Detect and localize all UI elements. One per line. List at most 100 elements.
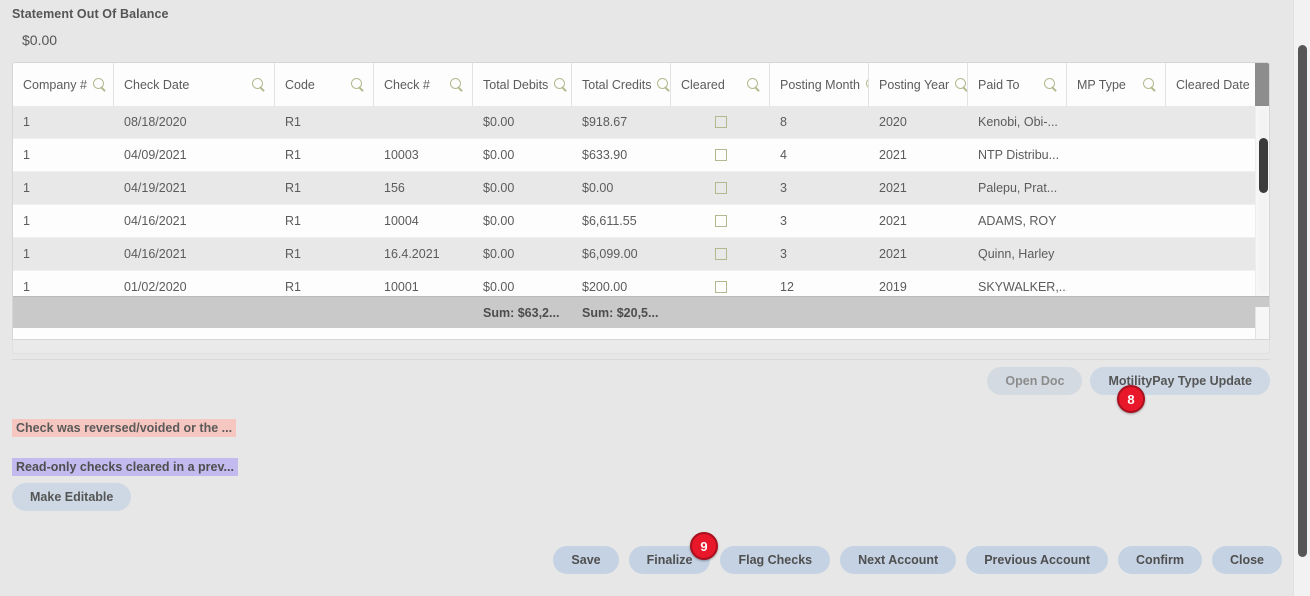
cell-total-credits[interactable]: $6,611.55 — [572, 205, 671, 237]
cell-company[interactable]: 1 — [13, 139, 114, 171]
table-row[interactable]: 1 08/18/2020 R1 $0.00 $918.67 8 2020 Kenobi, Ob… — [13, 106, 1269, 139]
cell-cleared[interactable] — [671, 205, 770, 237]
grid-header-total-credits[interactable]: Total Credits — [572, 63, 671, 106]
motilitypay-type-update-button[interactable]: MotilityPay Type Update — [1090, 367, 1270, 395]
cell-posting-month[interactable]: 4 — [770, 139, 869, 171]
grid-header-total-debits[interactable]: Total Debits — [473, 63, 572, 106]
cell-check-date[interactable]: 04/16/2021 — [114, 205, 275, 237]
cell-total-debits[interactable]: $0.00 — [473, 106, 572, 138]
cell-mp-type[interactable] — [1067, 238, 1166, 270]
cell-total-credits[interactable]: $6,099.00 — [572, 238, 671, 270]
cell-total-debits[interactable]: $0.00 — [473, 172, 572, 204]
cell-paid-to[interactable]: Kenobi, Obi-... — [968, 106, 1067, 138]
cell-code[interactable]: R1 — [275, 172, 374, 204]
cell-company[interactable]: 1 — [13, 172, 114, 204]
cell-total-debits[interactable]: $0.00 — [473, 271, 572, 296]
grid-header-posting-month[interactable]: Posting Month — [770, 63, 869, 106]
cell-mp-type[interactable] — [1067, 271, 1166, 296]
cell-cleared-date[interactable] — [1166, 139, 1257, 171]
search-icon[interactable] — [1143, 77, 1157, 92]
cell-posting-year[interactable]: 2020 — [869, 106, 968, 138]
grid-header-mp-type[interactable]: MP Type — [1067, 63, 1166, 106]
cell-paid-to[interactable]: ADAMS, ROY — [968, 205, 1067, 237]
save-button[interactable]: Save — [553, 546, 619, 574]
cell-posting-month[interactable]: 12 — [770, 271, 869, 296]
cell-paid-to[interactable]: SKYWALKER,... — [968, 271, 1067, 296]
search-icon[interactable] — [955, 77, 967, 92]
cell-posting-year[interactable]: 2021 — [869, 172, 968, 204]
search-icon[interactable] — [351, 77, 365, 92]
cell-cleared[interactable] — [671, 271, 770, 296]
cell-code[interactable]: R1 — [275, 205, 374, 237]
grid-header-company[interactable]: Company # — [13, 63, 114, 106]
cell-check-no[interactable] — [374, 106, 473, 138]
cell-check-date[interactable]: 04/16/2021 — [114, 238, 275, 270]
next-account-button[interactable]: Next Account — [840, 546, 957, 574]
cell-total-credits[interactable]: $918.67 — [572, 106, 671, 138]
cell-cleared-date[interactable] — [1166, 238, 1257, 270]
cell-mp-type[interactable] — [1067, 106, 1166, 138]
cleared-checkbox[interactable] — [714, 149, 727, 161]
grid-header-code[interactable]: Code — [275, 63, 374, 106]
cell-paid-to[interactable]: Palepu, Prat... — [968, 172, 1067, 204]
confirm-button[interactable]: Confirm — [1118, 546, 1202, 574]
flag-checks-button[interactable]: Flag Checks — [720, 546, 831, 574]
cell-code[interactable]: R1 — [275, 106, 374, 138]
cell-code[interactable]: R1 — [275, 271, 374, 296]
cleared-checkbox[interactable] — [714, 182, 727, 194]
cell-check-no[interactable]: 10001 — [374, 271, 473, 296]
cell-mp-type[interactable] — [1067, 205, 1166, 237]
cell-company[interactable]: 1 — [13, 205, 114, 237]
cell-cleared[interactable] — [671, 238, 770, 270]
cell-cleared[interactable] — [671, 106, 770, 138]
cell-posting-month[interactable]: 8 — [770, 106, 869, 138]
cell-paid-to[interactable]: NTP Distribu... — [968, 139, 1067, 171]
grid-header-posting-year[interactable]: Posting Year — [869, 63, 968, 106]
cell-total-credits[interactable]: $200.00 — [572, 271, 671, 296]
grid-header-cleared-date[interactable]: Cleared Date — [1166, 63, 1257, 106]
cell-posting-year[interactable]: 2021 — [869, 139, 968, 171]
previous-account-button[interactable]: Previous Account — [966, 546, 1109, 574]
table-row[interactable]: 1 04/09/2021 R1 10003 $0.00 $633.90 4 2021 NTP D… — [13, 139, 1269, 172]
cell-check-no[interactable]: 156 — [374, 172, 473, 204]
cell-total-debits[interactable]: $0.00 — [473, 139, 572, 171]
open-doc-button[interactable]: Open Doc — [987, 367, 1083, 395]
cell-posting-year[interactable]: 2021 — [869, 205, 968, 237]
table-row[interactable]: 1 04/16/2021 R1 16.4.2021 $0.00 $6,099.00 3 202… — [13, 238, 1269, 271]
cleared-checkbox[interactable] — [714, 248, 727, 260]
search-icon[interactable] — [747, 77, 761, 92]
cell-cleared-date[interactable] — [1166, 106, 1257, 138]
grid-scroll-thumb[interactable] — [1259, 138, 1268, 193]
cell-total-credits[interactable]: $0.00 — [572, 172, 671, 204]
search-icon[interactable] — [252, 77, 266, 92]
cell-code[interactable]: R1 — [275, 139, 374, 171]
grid-header-paid-to[interactable]: Paid To — [968, 63, 1067, 106]
close-button[interactable]: Close — [1211, 546, 1282, 574]
search-icon[interactable] — [554, 77, 568, 92]
cell-posting-month[interactable]: 3 — [770, 238, 869, 270]
table-row[interactable]: 1 04/19/2021 R1 156 $0.00 $0.00 3 2021 Palepu, P… — [13, 172, 1269, 205]
cell-posting-year[interactable]: 2021 — [869, 238, 968, 270]
cell-company[interactable]: 1 — [13, 106, 114, 138]
cell-check-no[interactable]: 10004 — [374, 205, 473, 237]
grid-header-check-date[interactable]: Check Date — [114, 63, 275, 106]
cell-company[interactable]: 1 — [13, 271, 114, 296]
cell-check-date[interactable]: 08/18/2020 — [114, 106, 275, 138]
cell-posting-month[interactable]: 3 — [770, 205, 869, 237]
cell-check-no[interactable]: 10003 — [374, 139, 473, 171]
cell-cleared[interactable] — [671, 139, 770, 171]
cleared-checkbox[interactable] — [714, 215, 727, 227]
grid-horizontal-scrollbar[interactable] — [12, 340, 1270, 354]
cell-cleared-date[interactable] — [1166, 271, 1257, 296]
search-icon[interactable] — [657, 77, 670, 92]
grid-body[interactable]: 1 08/18/2020 R1 $0.00 $918.67 8 2020 Kenobi, Ob… — [13, 106, 1269, 296]
cell-paid-to[interactable]: Quinn, Harley — [968, 238, 1067, 270]
cell-check-date[interactable]: 01/02/2020 — [114, 271, 275, 296]
search-icon[interactable] — [450, 77, 464, 92]
cell-check-date[interactable]: 04/19/2021 — [114, 172, 275, 204]
cell-total-debits[interactable]: $0.00 — [473, 205, 572, 237]
cell-check-no[interactable]: 16.4.2021 — [374, 238, 473, 270]
cell-mp-type[interactable] — [1067, 172, 1166, 204]
cleared-checkbox[interactable] — [714, 281, 727, 293]
page-scrollbar[interactable] — [1293, 0, 1310, 596]
